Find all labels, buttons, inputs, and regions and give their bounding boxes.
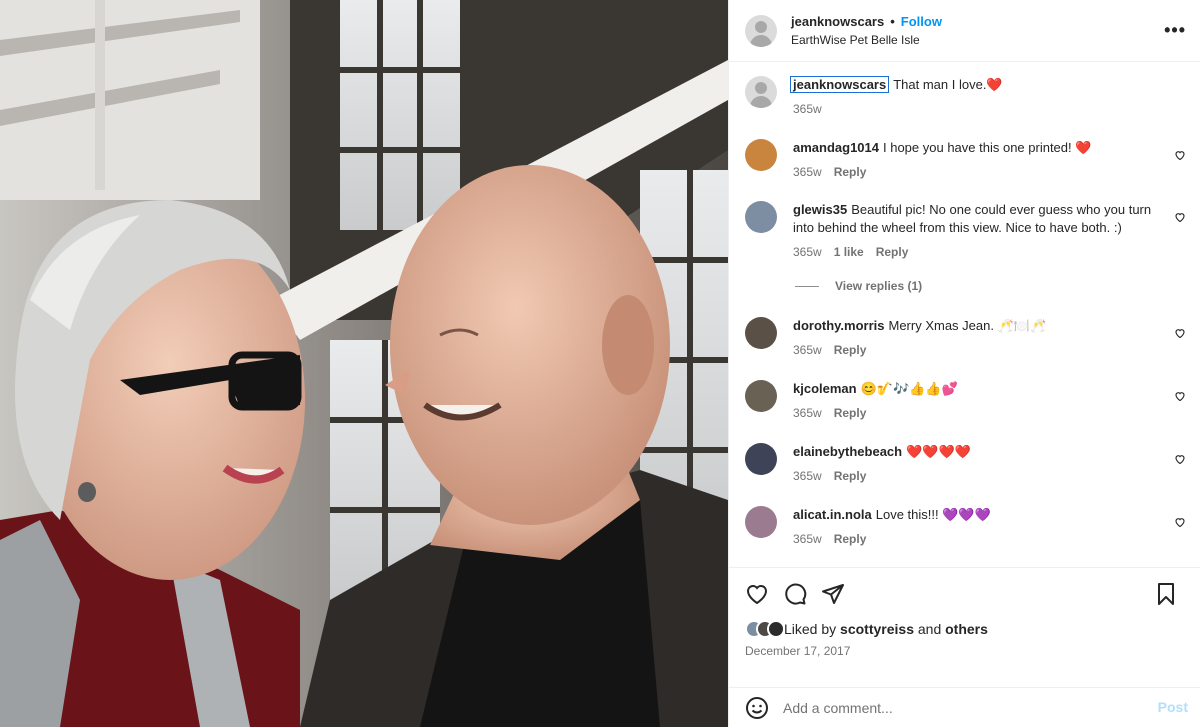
comment-username[interactable]: dorothy.morris xyxy=(793,318,885,333)
comment-meta: 365w Reply xyxy=(793,530,1169,548)
share-icon[interactable] xyxy=(821,582,845,606)
photo-illustration xyxy=(0,0,728,727)
comment-time[interactable]: 365w xyxy=(793,343,822,357)
comment-time[interactable]: 365w xyxy=(793,469,822,483)
comment-avatar[interactable] xyxy=(745,380,777,412)
comment-heart-icon[interactable] xyxy=(1174,453,1186,465)
add-comment-bar: Add a comment... Post xyxy=(729,687,1200,727)
liked-prefix: Liked by xyxy=(784,621,837,637)
comment-input[interactable]: Add a comment... xyxy=(783,700,893,716)
post-button[interactable]: Post xyxy=(1158,699,1188,715)
comment-time[interactable]: 365w xyxy=(793,532,822,546)
comments-list[interactable]: jeanknowscars That man I love.❤️ 365w ama… xyxy=(729,62,1200,567)
comment-time[interactable]: 365w xyxy=(793,165,822,179)
caption-avatar[interactable] xyxy=(745,76,777,108)
comment-heart-icon[interactable] xyxy=(1174,327,1186,339)
comment-likes[interactable]: 1 like xyxy=(834,245,864,259)
liked-by: Liked by scottyreiss and others xyxy=(745,620,1184,638)
post-date[interactable]: December 17, 2017 xyxy=(745,644,1184,658)
comment-avatar[interactable] xyxy=(745,506,777,538)
comment-username[interactable]: kjcoleman xyxy=(793,381,857,396)
comment-avatar[interactable] xyxy=(745,443,777,475)
reply-button[interactable]: Reply xyxy=(834,406,867,420)
comment-heart-icon[interactable] xyxy=(1174,211,1186,223)
comment-avatar[interactable] xyxy=(745,139,777,171)
caption-meta: 365w xyxy=(793,100,1169,118)
liked-others[interactable]: others xyxy=(945,621,988,637)
comment-meta: 365w 1 like Reply xyxy=(793,243,1169,261)
comment-row: amandag1014 I hope you have this one prin… xyxy=(745,139,1186,181)
comment-heart-icon[interactable] xyxy=(1174,149,1186,161)
reply-button[interactable]: Reply xyxy=(834,165,867,179)
post-modal: jeanknowscars • Follow EarthWise Pet Belle… xyxy=(0,0,1200,727)
author-username[interactable]: jeanknowscars xyxy=(791,14,884,29)
comment-body: glewis35 Beautiful pic! No one could ever… xyxy=(793,201,1169,261)
comment-body: amandag1014 I hope you have this one prin… xyxy=(793,139,1169,181)
comment-text: I hope you have this one printed! ❤️ xyxy=(883,140,1092,155)
view-replies-button[interactable]: View replies (1) xyxy=(795,279,1186,293)
comment-username[interactable]: elainebythebeach xyxy=(793,444,902,459)
comment-row: dorothy.morris Merry Xmas Jean. 🥂🍽️🥂 365w… xyxy=(745,317,1186,359)
action-icons xyxy=(745,568,1184,620)
comment-row: elainebythebeach ❤️❤️❤️❤️ 365w Reply xyxy=(745,443,1186,485)
separator-dot: • xyxy=(890,13,895,29)
caption-time[interactable]: 365w xyxy=(793,102,822,116)
comment-username[interactable]: alicat.in.nola xyxy=(793,507,872,522)
post-side-panel: jeanknowscars • Follow EarthWise Pet Belle… xyxy=(728,0,1200,727)
replies-line xyxy=(795,285,819,287)
author-info: jeanknowscars • Follow EarthWise Pet Belle… xyxy=(791,13,942,49)
comment-body: alicat.in.nola Love this!!! 💜💜💜 365w Reply xyxy=(793,506,1169,548)
comment-body: dorothy.morris Merry Xmas Jean. 🥂🍽️🥂 365w… xyxy=(793,317,1169,359)
comment-row: alicat.in.nola Love this!!! 💜💜💜 365w Reply xyxy=(745,506,1186,548)
reply-button[interactable]: Reply xyxy=(834,532,867,546)
caption-text: That man I love.❤️ xyxy=(893,77,1003,92)
comment-text: ❤️❤️❤️❤️ xyxy=(906,444,971,459)
comment-username[interactable]: glewis35 xyxy=(793,202,847,217)
follow-button[interactable]: Follow xyxy=(901,14,942,29)
reply-button[interactable]: Reply xyxy=(834,469,867,483)
comment-row: kjcoleman 😊🎷🎶👍👍💕 365w Reply xyxy=(745,380,1186,422)
comment-row: glewis35 Beautiful pic! No one could ever… xyxy=(745,201,1186,261)
caption-row: jeanknowscars That man I love.❤️ 365w xyxy=(745,76,1186,118)
caption-body: jeanknowscars That man I love.❤️ 365w xyxy=(790,76,1169,118)
liked-and: and xyxy=(917,621,942,637)
post-location[interactable]: EarthWise Pet Belle Isle xyxy=(791,31,942,49)
comment-icon[interactable] xyxy=(783,582,807,606)
view-replies-label: View replies (1) xyxy=(835,279,923,293)
post-header: jeanknowscars • Follow EarthWise Pet Belle… xyxy=(729,0,1200,62)
reply-button[interactable]: Reply xyxy=(834,343,867,357)
comment-username[interactable]: amandag1014 xyxy=(793,140,879,155)
reply-button[interactable]: Reply xyxy=(876,245,909,259)
comment-meta: 365w Reply xyxy=(793,163,1169,181)
caption-username[interactable]: jeanknowscars xyxy=(790,76,890,93)
comment-avatar[interactable] xyxy=(745,317,777,349)
liked-avatars[interactable] xyxy=(745,620,785,638)
comment-text: 😊🎷🎶👍👍💕 xyxy=(860,381,958,396)
comment-avatar[interactable] xyxy=(745,201,777,233)
liked-user[interactable]: scottyreiss xyxy=(840,621,914,637)
comment-text: Love this!!! 💜💜💜 xyxy=(875,507,991,522)
comment-meta: 365w Reply xyxy=(793,341,1169,359)
author-line: jeanknowscars • Follow xyxy=(791,13,942,31)
liked-avatar xyxy=(767,620,785,638)
comment-meta: 365w Reply xyxy=(793,467,1169,485)
heart-icon[interactable] xyxy=(745,582,769,606)
comment-body: elainebythebeach ❤️❤️❤️❤️ 365w Reply xyxy=(793,443,1169,485)
comment-time[interactable]: 365w xyxy=(793,406,822,420)
post-actions: Liked by scottyreiss and others December… xyxy=(729,567,1200,687)
comment-heart-icon[interactable] xyxy=(1174,516,1186,528)
author-avatar[interactable] xyxy=(745,14,777,47)
post-photo[interactable] xyxy=(0,0,728,727)
comment-time[interactable]: 365w xyxy=(793,245,822,259)
comment-body: kjcoleman 😊🎷🎶👍👍💕 365w Reply xyxy=(793,380,1169,422)
comment-heart-icon[interactable] xyxy=(1174,390,1186,402)
comment-meta: 365w Reply xyxy=(793,404,1169,422)
emoji-icon[interactable] xyxy=(745,696,769,720)
comment-text: Merry Xmas Jean. 🥂🍽️🥂 xyxy=(888,318,1047,333)
more-options-icon[interactable]: ••• xyxy=(1164,20,1186,41)
bookmark-icon[interactable] xyxy=(1154,582,1178,606)
